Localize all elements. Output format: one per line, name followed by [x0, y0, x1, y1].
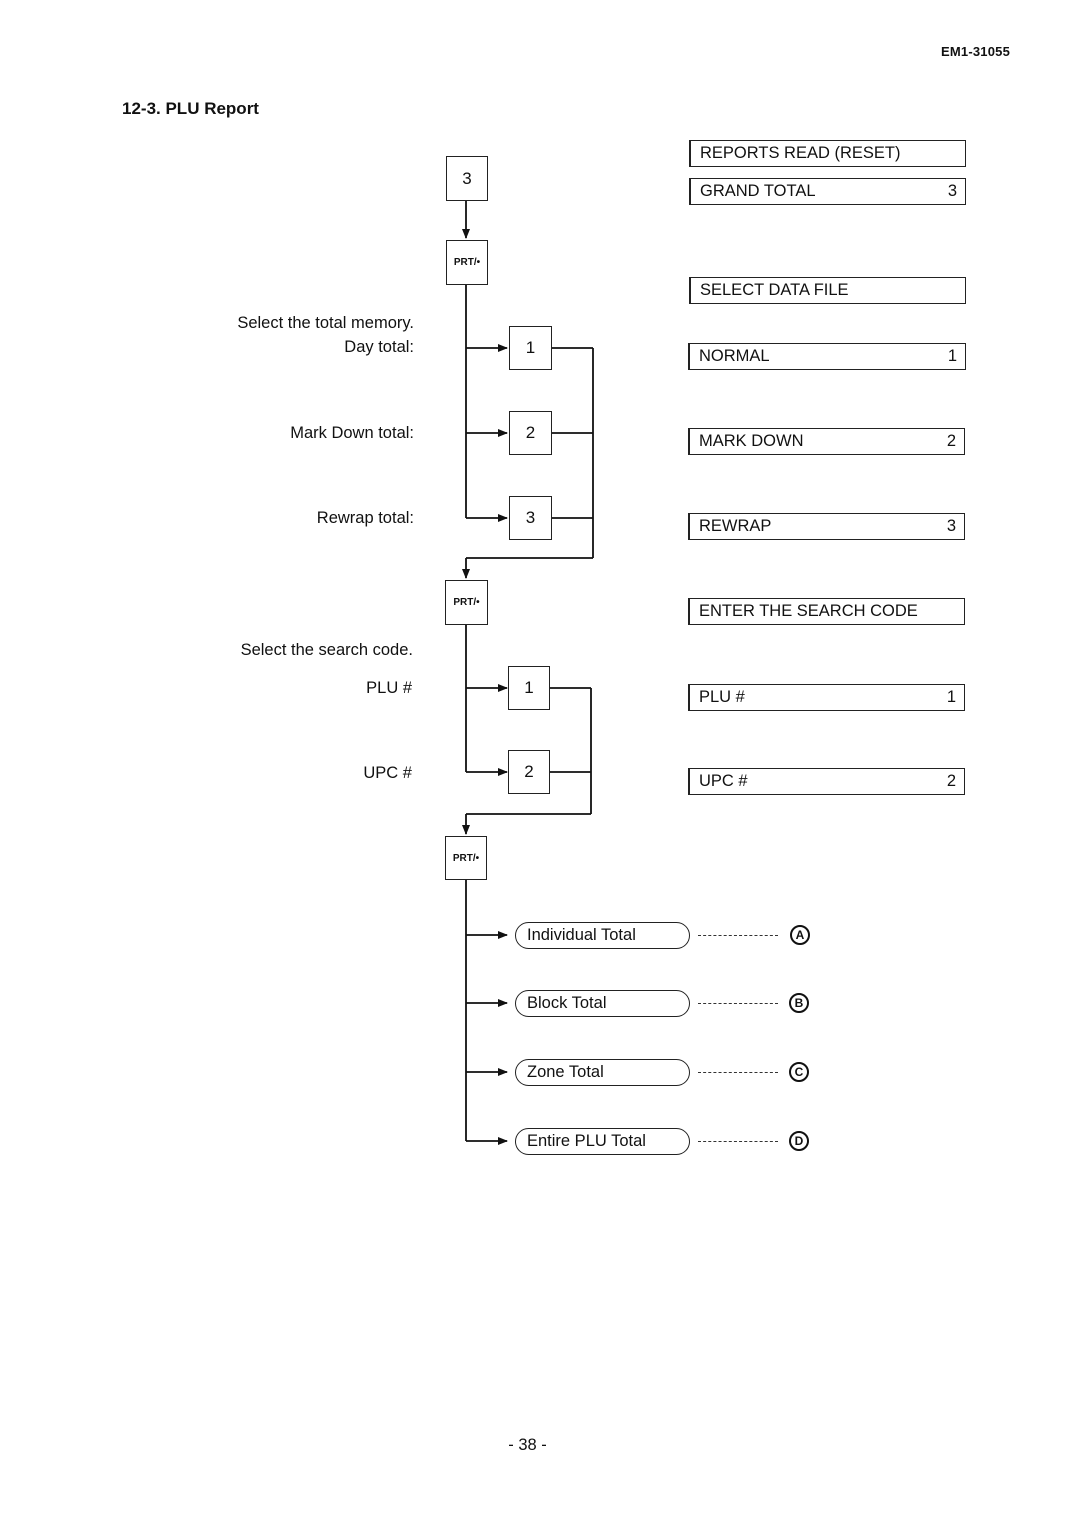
display-upc: UPC # 2 [688, 768, 965, 795]
leader-line [698, 1072, 778, 1073]
display-value: 3 [947, 182, 957, 200]
display-value: 1 [946, 688, 956, 706]
display-rewrap: REWRAP 3 [688, 513, 965, 540]
upc-label: UPC # [363, 764, 412, 782]
ref-marker-a: A [790, 925, 810, 945]
plu-label: PLU # [366, 679, 412, 697]
display-value: 1 [947, 347, 957, 365]
page-number: - 38 - [508, 1436, 547, 1454]
option-block-total[interactable]: Block Total [515, 990, 690, 1017]
leader-line [698, 1003, 778, 1004]
leader-line [698, 1141, 778, 1142]
display-text: PLU # [699, 688, 745, 706]
ref-marker-b: B [789, 993, 809, 1013]
prt-key-2[interactable]: PRT/• [445, 580, 488, 625]
display-reports-read: REPORTS READ (RESET) [689, 140, 966, 167]
display-text: REWRAP [699, 517, 772, 535]
key-search-1[interactable]: 1 [508, 666, 550, 710]
display-text: SELECT DATA FILE [700, 281, 849, 299]
key-search-2[interactable]: 2 [508, 750, 550, 794]
option-individual-total[interactable]: Individual Total [515, 922, 690, 949]
display-text: NORMAL [699, 347, 770, 365]
display-text: REPORTS READ (RESET) [700, 144, 901, 162]
select-search-label: Select the search code. [240, 641, 413, 659]
prt-key-3[interactable]: PRT/• [445, 836, 487, 880]
option-entire-plu-total[interactable]: Entire PLU Total [515, 1128, 690, 1155]
display-text: MARK DOWN [699, 432, 804, 450]
rewrap-total-label: Rewrap total: [316, 509, 414, 527]
display-mark-down: MARK DOWN 2 [688, 428, 965, 455]
display-plu: PLU # 1 [688, 684, 965, 711]
display-value: 2 [946, 432, 956, 450]
prt-key[interactable]: PRT/• [446, 240, 488, 285]
day-total-label: Day total: [344, 338, 414, 356]
option-zone-total[interactable]: Zone Total [515, 1059, 690, 1086]
display-grand-total: GRAND TOTAL 3 [689, 178, 966, 205]
display-enter-search-code: ENTER THE SEARCH CODE [688, 598, 965, 625]
key-memory-2[interactable]: 2 [509, 411, 552, 455]
display-select-data-file: SELECT DATA FILE [689, 277, 966, 304]
display-normal: NORMAL 1 [688, 343, 966, 370]
mark-down-total-label: Mark Down total: [290, 424, 414, 442]
display-value: 2 [946, 772, 956, 790]
display-text: ENTER THE SEARCH CODE [699, 602, 918, 620]
display-text: UPC # [699, 772, 748, 790]
select-memory-label: Select the total memory. [237, 314, 414, 332]
key-3[interactable]: 3 [446, 156, 488, 201]
display-value: 3 [946, 517, 956, 535]
display-text: GRAND TOTAL [700, 182, 816, 200]
key-memory-3[interactable]: 3 [509, 496, 552, 540]
key-memory-1[interactable]: 1 [509, 326, 552, 370]
ref-marker-c: C [789, 1062, 809, 1082]
leader-line [698, 935, 778, 936]
ref-marker-d: D [789, 1131, 809, 1151]
